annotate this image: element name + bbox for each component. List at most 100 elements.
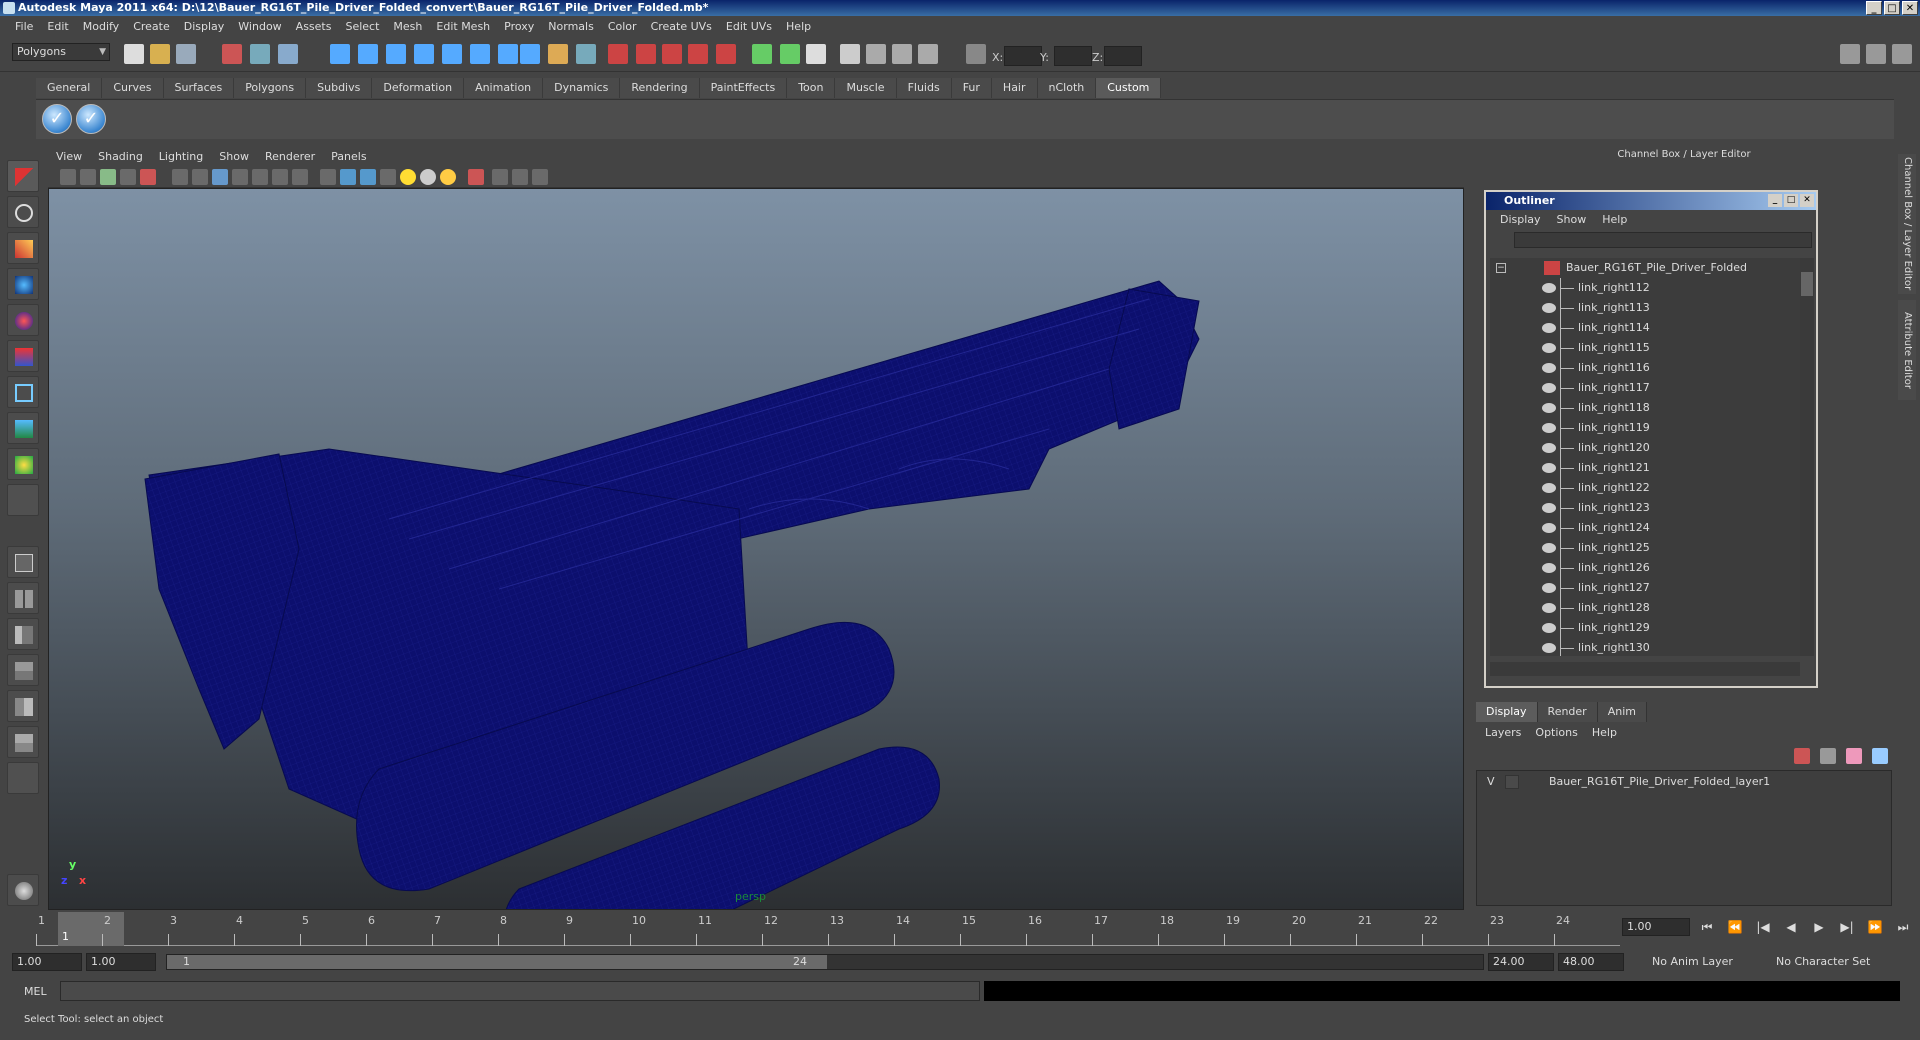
- rotate-tool[interactable]: [7, 304, 39, 336]
- shelf-tab-fluids[interactable]: Fluids: [896, 78, 952, 98]
- outliner-item[interactable]: link_right113: [1490, 298, 1800, 318]
- outliner-root-item[interactable]: − Bauer_RG16T_Pile_Driver_Folded: [1490, 258, 1800, 278]
- select-component-icon[interactable]: [278, 44, 298, 64]
- lasso-tool[interactable]: [7, 196, 39, 228]
- time-ruler[interactable]: 1 1 2 3 4 5 6 7 8 9 10 11 12 13 14 15 16 17 18 19 20 21 22 23 2…: [36, 912, 1620, 946]
- close-button[interactable]: ✕: [1902, 1, 1918, 15]
- camera-select-icon[interactable]: [60, 169, 76, 185]
- smooth-shade-icon[interactable]: [340, 169, 356, 185]
- outliner-item[interactable]: link_right128: [1490, 598, 1800, 618]
- menu-set-dropdown[interactable]: Polygons ▼: [12, 43, 110, 61]
- outliner-item[interactable]: link_right115: [1490, 338, 1800, 358]
- perspective-viewport[interactable]: y z x persp: [48, 188, 1464, 910]
- menu-file[interactable]: File: [8, 20, 40, 33]
- range-slider[interactable]: 1 24: [166, 954, 1484, 970]
- shelf-check-button-2[interactable]: ✓: [76, 104, 106, 134]
- wireframe-on-shaded-icon[interactable]: [360, 169, 376, 185]
- menu-proxy[interactable]: Proxy: [497, 20, 541, 33]
- x-field[interactable]: [1004, 46, 1042, 66]
- render-settings-icon[interactable]: [688, 44, 708, 64]
- tool-settings-toggle-icon[interactable]: [1866, 44, 1886, 64]
- xray-joints-icon[interactable]: [512, 169, 528, 185]
- safe-title-icon[interactable]: [292, 169, 308, 185]
- range-slider-thumb[interactable]: 1 24: [167, 955, 827, 969]
- outliner-item[interactable]: link_right124: [1490, 518, 1800, 538]
- menu-create-uvs[interactable]: Create UVs: [644, 20, 719, 33]
- channel-box-toggle-icon[interactable]: [1892, 44, 1912, 64]
- scroll-thumb[interactable]: [1801, 272, 1813, 296]
- last-tool[interactable]: [7, 484, 39, 516]
- menu-window[interactable]: Window: [231, 20, 288, 33]
- command-input[interactable]: [60, 981, 980, 1001]
- current-frame-marker[interactable]: 1: [58, 912, 124, 946]
- go-to-start-button[interactable]: ⏮: [1696, 918, 1718, 936]
- outliner-menu-help[interactable]: Help: [1594, 210, 1635, 230]
- outliner-maximize-button[interactable]: □: [1784, 194, 1798, 207]
- shelf-tab-fur[interactable]: Fur: [951, 78, 992, 98]
- layer-menu-layers[interactable]: Layers: [1478, 724, 1528, 742]
- snap-grid-icon[interactable]: [330, 44, 350, 64]
- open-scene-icon[interactable]: [150, 44, 170, 64]
- show-manipulator-tool[interactable]: [7, 448, 39, 480]
- play-forwards-button[interactable]: ▶: [1808, 918, 1830, 936]
- layer-menu-options[interactable]: Options: [1528, 724, 1584, 742]
- snap-plane-icon[interactable]: [414, 44, 434, 64]
- all-lights-icon[interactable]: [420, 169, 436, 185]
- outliner-item[interactable]: link_right117: [1490, 378, 1800, 398]
- outliner-item[interactable]: link_right120: [1490, 438, 1800, 458]
- layout-graph-persp-2[interactable]: [7, 726, 39, 758]
- new-scene-icon[interactable]: [124, 44, 144, 64]
- outliner-minimize-button[interactable]: _: [1768, 194, 1782, 207]
- outliner-item[interactable]: link_right119: [1490, 418, 1800, 438]
- history-icon[interactable]: [576, 44, 596, 64]
- character-set-dropdown[interactable]: No Character Set: [1772, 953, 1882, 971]
- z-field[interactable]: [1104, 46, 1142, 66]
- attribute-editor-toggle-icon[interactable]: [1840, 44, 1860, 64]
- outliner-menu-show[interactable]: Show: [1549, 210, 1595, 230]
- snap-curve-icon[interactable]: [358, 44, 378, 64]
- layer-tab-anim[interactable]: Anim: [1597, 702, 1647, 722]
- step-back-frame-button[interactable]: |◀: [1752, 918, 1774, 936]
- snap-point-icon[interactable]: [386, 44, 406, 64]
- grid-icon[interactable]: [172, 169, 188, 185]
- outliner-item[interactable]: link_right122: [1490, 478, 1800, 498]
- hypershade-icon[interactable]: [716, 44, 736, 64]
- shadows-icon[interactable]: [440, 169, 456, 185]
- resolution-gate-icon[interactable]: [212, 169, 228, 185]
- absolute-transform-icon[interactable]: [966, 44, 986, 64]
- tool-settings-icon[interactable]: [892, 44, 912, 64]
- outliner-item[interactable]: link_right118: [1490, 398, 1800, 418]
- xray-icon[interactable]: [492, 169, 508, 185]
- layer-tab-render[interactable]: Render: [1537, 702, 1598, 722]
- help-icon[interactable]: [520, 44, 540, 64]
- outliner-item[interactable]: link_right121: [1490, 458, 1800, 478]
- 2d-pan-zoom-icon[interactable]: [140, 169, 156, 185]
- layer-remove-selected-icon[interactable]: [1872, 748, 1888, 764]
- outliner-item[interactable]: link_right127: [1490, 578, 1800, 598]
- menu-assets[interactable]: Assets: [289, 20, 339, 33]
- gate-mask-icon[interactable]: [232, 169, 248, 185]
- side-tab-attribute-editor[interactable]: Attribute Editor: [1898, 300, 1916, 400]
- rename-icon[interactable]: [780, 44, 800, 64]
- soft-mod-tool[interactable]: [7, 412, 39, 444]
- shelf-tab-ncloth[interactable]: nCloth: [1037, 78, 1097, 98]
- side-tab-channel-box[interactable]: Channel Box / Layer Editor: [1898, 154, 1916, 294]
- menu-edit[interactable]: Edit: [40, 20, 75, 33]
- shelf-tab-polygons[interactable]: Polygons: [234, 78, 307, 98]
- outliner-menu-display[interactable]: Display: [1492, 210, 1549, 230]
- animation-end-field[interactable]: 48.00: [1558, 953, 1624, 971]
- bookmark-icon[interactable]: [100, 169, 116, 185]
- panel-menu-shading[interactable]: Shading: [90, 148, 151, 166]
- layer-type-toggle[interactable]: [1505, 775, 1519, 789]
- menu-mesh[interactable]: Mesh: [386, 20, 429, 33]
- playback-start-field[interactable]: 1.00: [86, 953, 156, 971]
- play-backwards-button[interactable]: ◀: [1780, 918, 1802, 936]
- shelf-tab-deformation[interactable]: Deformation: [372, 78, 465, 98]
- snap-live-icon[interactable]: [442, 44, 462, 64]
- outliner-item[interactable]: link_right125: [1490, 538, 1800, 558]
- maximize-button[interactable]: □: [1884, 1, 1900, 15]
- outliner-item[interactable]: link_right129: [1490, 618, 1800, 638]
- layer-row[interactable]: V Bauer_RG16T_Pile_Driver_Folded_layer1: [1479, 773, 1889, 791]
- anim-layer-dropdown[interactable]: No Anim Layer: [1648, 953, 1752, 971]
- shelf-tab-toon[interactable]: Toon: [787, 78, 836, 98]
